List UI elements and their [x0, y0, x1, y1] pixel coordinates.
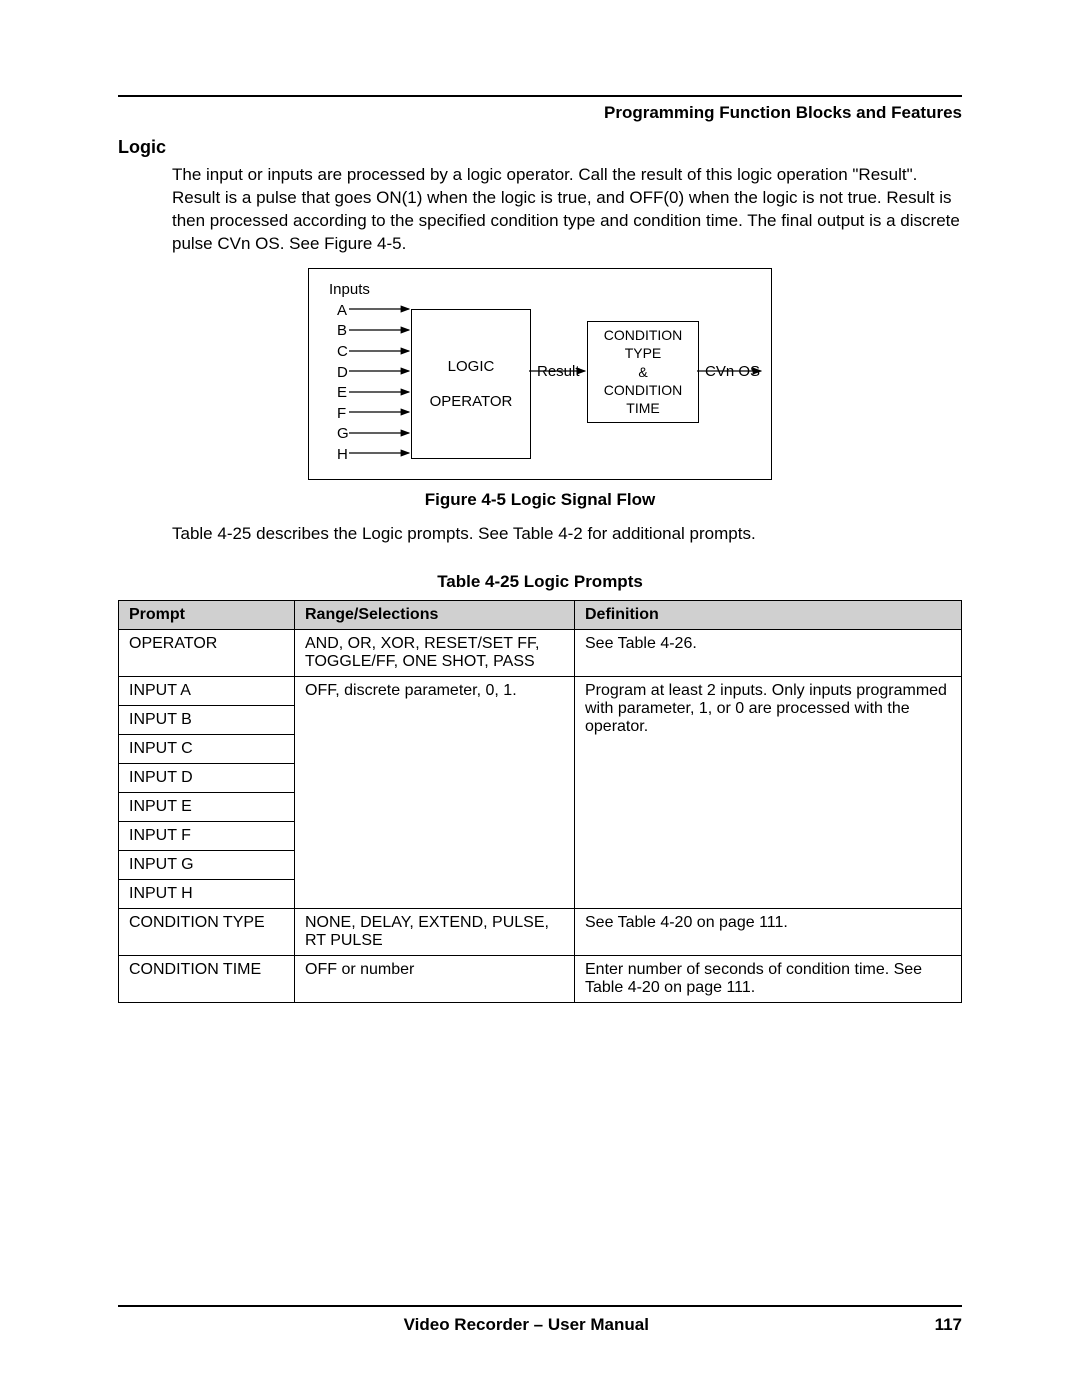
cell-prompt: INPUT G	[119, 850, 295, 879]
th-prompt: Prompt	[119, 600, 295, 629]
cell-prompt: INPUT F	[119, 821, 295, 850]
main-paragraph: The input or inputs are processed by a l…	[172, 164, 962, 256]
top-rule	[118, 95, 962, 97]
footer-title: Video Recorder – User Manual	[404, 1315, 649, 1335]
running-header: Programming Function Blocks and Features	[118, 103, 962, 123]
input-letters: A B C D E F G H	[337, 301, 349, 466]
input-f: F	[337, 404, 349, 425]
section-title: Logic	[118, 137, 962, 158]
cond-type2: TYPE	[625, 344, 662, 362]
input-h: H	[337, 445, 349, 466]
cell-prompt: INPUT H	[119, 879, 295, 908]
figure-box: Inputs A B C D E F G H LOGIC OPERATOR Re…	[308, 268, 772, 480]
cell-range: NONE, DELAY, EXTEND, PULSE, RT PULSE	[295, 908, 575, 955]
cell-def: See Table 4-26.	[575, 629, 962, 676]
cell-prompt: INPUT D	[119, 763, 295, 792]
cond-time2: TIME	[626, 399, 659, 417]
table-row: CONDITION TYPE NONE, DELAY, EXTEND, PULS…	[119, 908, 962, 955]
table-caption: Table 4-25 Logic Prompts	[118, 572, 962, 592]
cell-def: See Table 4-20 on page 111.	[575, 908, 962, 955]
cell-prompt: CONDITION TYPE	[119, 908, 295, 955]
table-row: CONDITION TIME OFF or number Enter numbe…	[119, 955, 962, 1002]
input-d: D	[337, 363, 349, 384]
logic-label: LOGIC	[448, 358, 495, 375]
table-row: INPUT A OFF, discrete parameter, 0, 1. P…	[119, 676, 962, 705]
cell-prompt: CONDITION TIME	[119, 955, 295, 1002]
input-c: C	[337, 342, 349, 363]
cell-range: OFF or number	[295, 955, 575, 1002]
cell-def: Enter number of seconds of condition tim…	[575, 955, 962, 1002]
cond-type1: CONDITION	[604, 326, 683, 344]
cond-amp: &	[638, 363, 647, 381]
cond-time1: CONDITION	[604, 381, 683, 399]
inputs-heading: Inputs	[329, 281, 370, 298]
cell-prompt: INPUT E	[119, 792, 295, 821]
input-b: B	[337, 321, 349, 342]
table-row: OPERATOR AND, OR, XOR, RESET/SET FF, TOG…	[119, 629, 962, 676]
condition-box: CONDITION TYPE & CONDITION TIME	[587, 321, 699, 423]
logic-operator-box: LOGIC OPERATOR	[411, 309, 531, 459]
th-range: Range/Selections	[295, 600, 575, 629]
th-def: Definition	[575, 600, 962, 629]
input-e: E	[337, 383, 349, 404]
logic-prompts-table: Prompt Range/Selections Definition OPERA…	[118, 600, 962, 1003]
figure-wrap: Inputs A B C D E F G H LOGIC OPERATOR Re…	[118, 268, 962, 480]
footer-rule	[118, 1305, 962, 1307]
operator-label: OPERATOR	[430, 393, 513, 410]
input-g: G	[337, 424, 349, 445]
cell-range: AND, OR, XOR, RESET/SET FF, TOGGLE/FF, O…	[295, 629, 575, 676]
figure-caption: Figure 4-5 Logic Signal Flow	[118, 490, 962, 510]
cell-prompt: INPUT A	[119, 676, 295, 705]
cell-prompt: INPUT B	[119, 705, 295, 734]
cell-prompt: OPERATOR	[119, 629, 295, 676]
page-footer: Video Recorder – User Manual 117	[118, 1315, 962, 1335]
result-label: Result	[537, 363, 580, 380]
cell-range: OFF, discrete parameter, 0, 1.	[295, 676, 575, 908]
cvn-os-label: CVn OS	[705, 363, 760, 380]
cell-def: Program at least 2 inputs. Only inputs p…	[575, 676, 962, 908]
footer-page: 117	[935, 1315, 962, 1335]
table-header-row: Prompt Range/Selections Definition	[119, 600, 962, 629]
input-a: A	[337, 301, 349, 322]
cell-prompt: INPUT C	[119, 734, 295, 763]
table-intro: Table 4-25 describes the Logic prompts. …	[172, 524, 962, 544]
